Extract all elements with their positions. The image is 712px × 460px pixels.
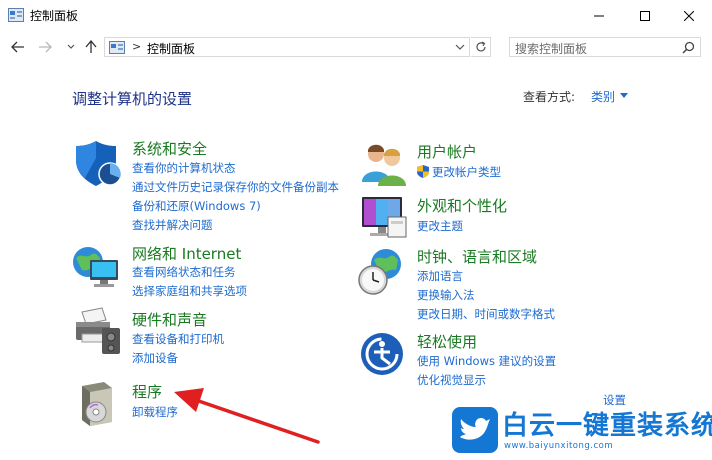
shield-icon (76, 141, 122, 186)
category-appearance-personalization[interactable]: 外观和个性化 (417, 195, 507, 216)
link-optimize-visual-display[interactable]: 优化视觉显示 (417, 372, 486, 388)
chevron-down-icon[interactable] (454, 41, 466, 53)
clock-globe-icon (358, 249, 401, 295)
link-add-device[interactable]: 添加设备 (132, 350, 178, 366)
page-title: 调整计算机的设置 (72, 90, 193, 108)
link-devices-printers[interactable]: 查看设备和打印机 (132, 331, 224, 347)
watermark: 白云一键重装系统 www.baiyunxitong.com (452, 405, 712, 457)
category-network-internet[interactable]: 网络和 Internet (132, 243, 241, 264)
maximize-button[interactable] (622, 0, 668, 31)
breadcrumb-control-panel[interactable]: 控制面板 (147, 40, 195, 57)
network-globe-icon (73, 247, 118, 287)
close-button[interactable] (666, 0, 712, 31)
link-view-computer-status[interactable]: 查看你的计算机状态 (132, 160, 236, 176)
link-change-account-type[interactable]: 更改帐户类型 (432, 164, 501, 180)
link-change-input-method[interactable]: 更换输入法 (417, 287, 475, 303)
appearance-monitor-icon (362, 197, 407, 238)
programs-disc-icon (82, 382, 112, 426)
caret-down-icon[interactable] (620, 93, 628, 98)
uac-shield-icon (417, 165, 429, 178)
back-arrow-icon (11, 41, 24, 53)
view-by-dropdown[interactable]: 类别 (591, 88, 615, 105)
category-programs[interactable]: 程序 (132, 381, 162, 402)
address-bar[interactable]: > 控制面板 (104, 37, 470, 57)
view-by-label: 查看方式: (523, 90, 576, 104)
forward-button[interactable] (36, 38, 54, 56)
watermark-title: 白云一键重装系统 (502, 411, 712, 441)
recent-locations-button[interactable] (62, 38, 80, 56)
chevron-down-icon (67, 44, 75, 49)
category-ease-of-access[interactable]: 轻松使用 (417, 331, 477, 352)
link-change-date-time-format[interactable]: 更改日期、时间或数字格式 (417, 306, 555, 322)
forward-arrow-icon (39, 41, 52, 53)
search-box[interactable]: 搜索控制面板 (509, 37, 701, 57)
refresh-button[interactable] (471, 37, 491, 57)
search-icon[interactable] (682, 41, 695, 54)
printer-icon (76, 307, 120, 354)
bird-logo-icon (452, 407, 498, 453)
category-clock-language-region[interactable]: 时钟、语言和区域 (417, 246, 537, 267)
minimize-button[interactable] (576, 0, 622, 31)
control-panel-icon (109, 41, 125, 54)
ease-of-access-icon (361, 333, 403, 375)
link-file-history[interactable]: 通过文件历史记录保存你的文件备份副本 (132, 179, 339, 195)
link-recommended-settings[interactable]: 使用 Windows 建议的设置 (417, 353, 556, 369)
control-panel-app-icon (8, 8, 24, 22)
link-network-status[interactable]: 查看网络状态和任务 (132, 264, 236, 280)
breadcrumb-separator[interactable]: > (132, 40, 141, 53)
refresh-icon (475, 41, 486, 52)
search-input[interactable]: 搜索控制面板 (515, 40, 587, 57)
category-system-security[interactable]: 系统和安全 (132, 138, 207, 159)
back-button[interactable] (9, 38, 27, 56)
link-add-language[interactable]: 添加语言 (417, 268, 463, 284)
user-accounts-icon (362, 144, 406, 186)
link-troubleshoot[interactable]: 查找并解决问题 (132, 217, 213, 233)
category-user-accounts[interactable]: 用户帐户 (417, 141, 477, 162)
link-homegroup-sharing[interactable]: 选择家庭组和共享选项 (132, 283, 247, 299)
up-button[interactable] (82, 38, 100, 56)
up-arrow-icon (85, 40, 97, 53)
link-change-theme[interactable]: 更改主题 (417, 218, 463, 234)
minimize-icon (594, 15, 604, 16)
red-annotation-arrow (174, 388, 320, 444)
maximize-icon (640, 10, 650, 21)
category-hardware-sound[interactable]: 硬件和声音 (132, 309, 207, 330)
link-backup-restore[interactable]: 备份和还原(Windows 7) (132, 198, 261, 214)
title-bar: 控制面板 (0, 0, 712, 31)
watermark-url: www.baiyunxitong.com (504, 441, 614, 451)
window-title: 控制面板 (30, 9, 79, 23)
close-icon (684, 10, 694, 21)
